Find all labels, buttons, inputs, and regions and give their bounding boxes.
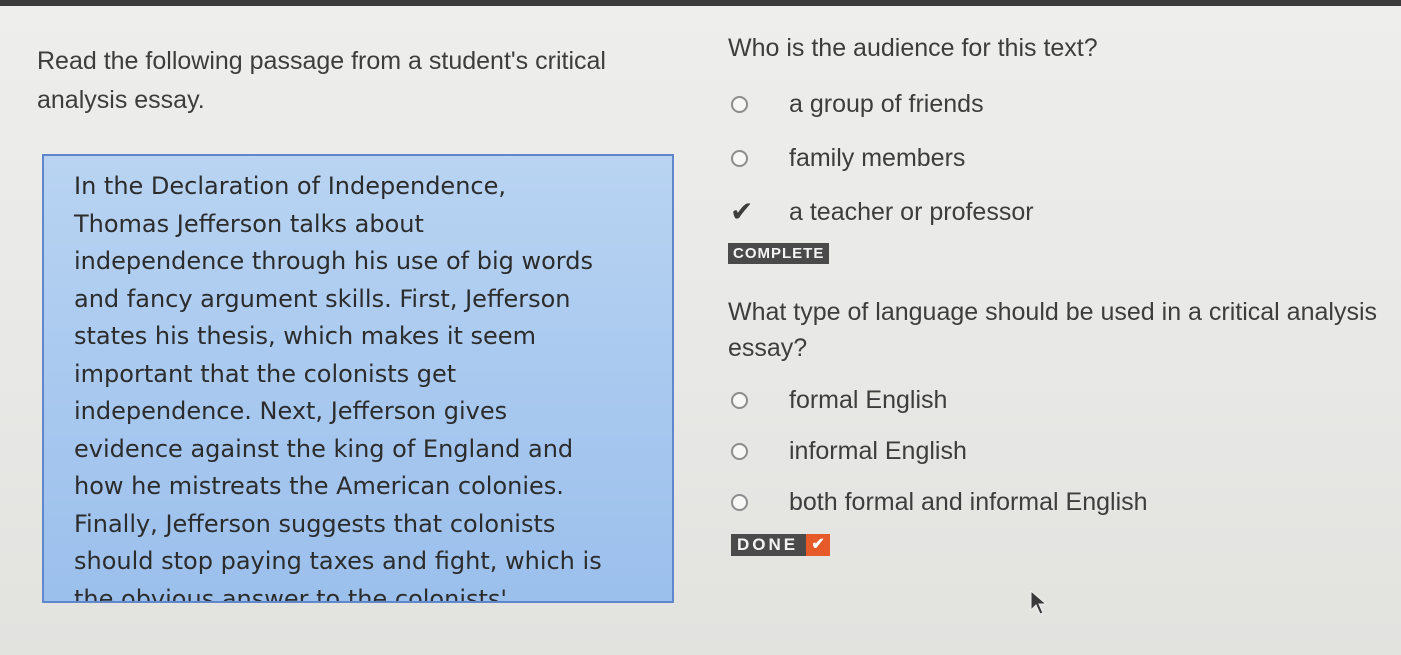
radio-button[interactable]	[731, 494, 748, 511]
q1-option-friends[interactable]: a group of friends	[728, 88, 1328, 124]
q2-option-informal[interactable]: informal English	[728, 435, 1328, 471]
intro-text: Read the following passage from a studen…	[37, 47, 606, 114]
option-label: informal English	[789, 437, 967, 465]
q2-option-both[interactable]: both formal and informal English	[728, 486, 1328, 522]
question-2-prompt: What type of language should be used in …	[728, 298, 1377, 362]
q1-option-family[interactable]: family members	[728, 142, 1328, 178]
passage-box: In the Declaration of Independence, Thom…	[42, 154, 674, 603]
status-badge-complete: COMPLETE	[728, 243, 830, 264]
option-label: a teacher or professor	[789, 198, 1034, 226]
q2-option-formal[interactable]: formal English	[728, 384, 1328, 420]
done-button[interactable]: DONE ✔	[731, 534, 831, 556]
done-label: DONE	[737, 535, 799, 554]
option-label: formal English	[789, 386, 948, 414]
option-label: a group of friends	[789, 90, 984, 118]
radio-button[interactable]	[731, 392, 748, 409]
option-label: both formal and informal English	[789, 488, 1148, 516]
passage-text: In the Declaration of Independence, Thom…	[74, 172, 602, 603]
q1-option-teacher[interactable]: ✔ a teacher or professor	[728, 196, 1328, 232]
option-label: family members	[789, 144, 966, 172]
question-1-prompt: Who is the audience for this text?	[728, 34, 1098, 62]
check-icon: ✔	[730, 196, 754, 227]
radio-button[interactable]	[731, 150, 748, 167]
radio-button[interactable]	[731, 443, 748, 460]
check-icon: ✔	[806, 534, 831, 556]
radio-button[interactable]	[731, 96, 748, 113]
top-bar	[0, 0, 1401, 6]
mouse-cursor-icon	[1030, 590, 1048, 615]
